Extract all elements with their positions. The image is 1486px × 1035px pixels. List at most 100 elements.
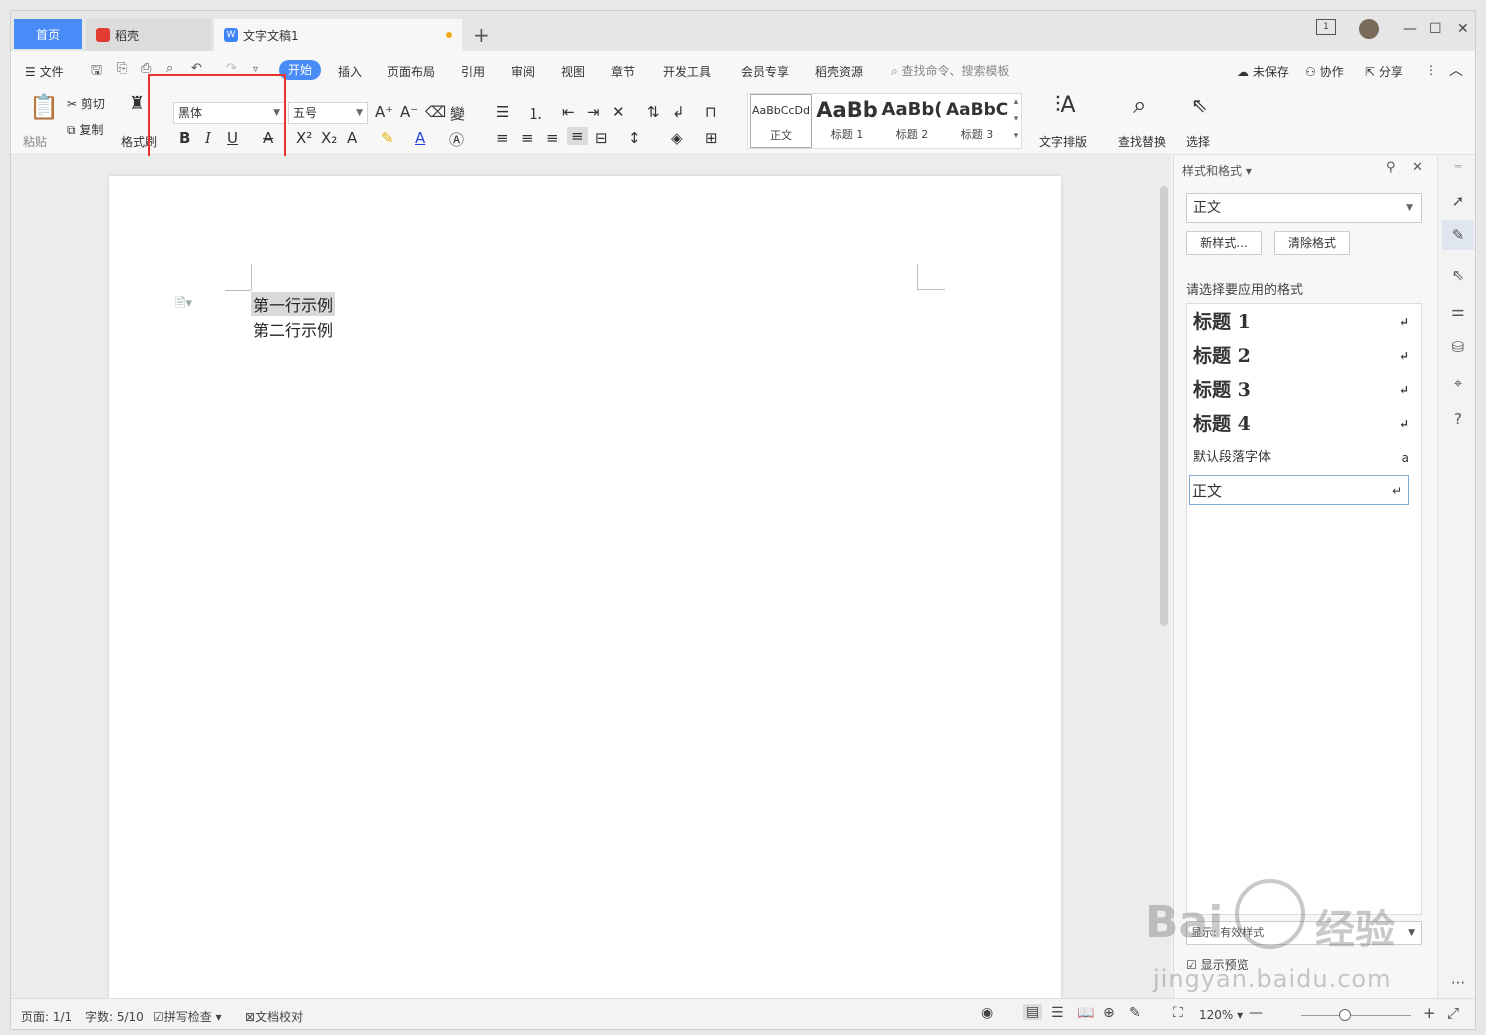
show-marks-icon[interactable]: ↲ (672, 103, 685, 121)
numbering-icon[interactable]: ⒈ (528, 103, 543, 124)
tab-daoke[interactable]: 稻壳 (86, 19, 211, 51)
zoom-slider-handle[interactable] (1339, 1009, 1351, 1021)
style-heading-2[interactable]: AaBb( 标题 2 (881, 94, 943, 148)
avatar[interactable] (1359, 19, 1379, 39)
new-tab-button[interactable]: + (473, 23, 490, 47)
current-style-select[interactable]: 正文 ▼ (1186, 193, 1422, 223)
paste-icon[interactable]: 📋 (29, 93, 59, 121)
tab-member[interactable]: 会员专享 (741, 63, 789, 80)
grow-font-icon[interactable]: A⁺ (375, 103, 393, 121)
clear-format-icon[interactable]: ⌫ (425, 103, 446, 121)
tab-references[interactable]: 引用 (461, 63, 485, 80)
tab-document[interactable]: W 文字文稿1 (214, 19, 462, 51)
page-view-icon[interactable]: ▤ (1023, 1004, 1043, 1020)
reading-view-icon[interactable]: 📖 (1077, 1005, 1094, 1021)
select-pointer-icon[interactable]: ⇖ (1449, 266, 1467, 284)
font-color-icon[interactable]: A (415, 129, 425, 147)
text-layout-button[interactable]: 文字排版 (1039, 133, 1087, 150)
tab-home[interactable]: 首页 (14, 19, 82, 49)
styles-panel-title[interactable]: 样式和格式 ▾ (1182, 162, 1252, 179)
style-heading-3[interactable]: AaBbC 标题 3 (946, 94, 1008, 148)
shading-icon[interactable]: ◈ (671, 129, 683, 147)
align-center-icon[interactable]: ≡ (521, 129, 534, 147)
chinese-layout-icon[interactable]: ✕ (612, 103, 625, 121)
tab-developer[interactable]: 开发工具 (663, 63, 711, 80)
sort-icon[interactable]: ⇅ (647, 103, 660, 121)
eye-protection-icon[interactable]: ◉ (981, 1005, 993, 1021)
more-icon[interactable]: ⋮ (1425, 63, 1437, 77)
maximize-icon[interactable]: ☐ (1429, 21, 1442, 37)
phonetic-icon[interactable]: 變 (450, 103, 465, 124)
increase-indent-icon[interactable]: ⇥ (587, 103, 600, 121)
paragraph-handle-icon[interactable]: 🗎▾ (175, 294, 192, 316)
zoom-out-icon[interactable]: — (1249, 1005, 1263, 1021)
document-line-1[interactable]: 第一行示例 (251, 292, 336, 316)
zoom-slider[interactable] (1301, 1015, 1411, 1016)
superscript-icon[interactable]: X² (296, 129, 312, 147)
highlight-icon[interactable]: ✎ (381, 129, 394, 147)
fit-page-icon[interactable]: ⛶ (1173, 1005, 1183, 1021)
select-button[interactable]: 选择 (1186, 133, 1210, 150)
justify-icon[interactable]: ≡ (567, 127, 588, 145)
backup-icon[interactable]: ⛁ (1449, 338, 1467, 356)
text-layout-icon[interactable]: ⫶A (1055, 93, 1076, 118)
outline-view-icon[interactable]: ☰ (1051, 1005, 1064, 1021)
font-size-select[interactable]: 五号 ▼ (288, 102, 368, 124)
tab-page-layout[interactable]: 页面布局 (387, 63, 435, 80)
align-left-icon[interactable]: ≡ (496, 129, 509, 147)
write-mode-icon[interactable]: ✎ (1129, 1005, 1141, 1021)
share-button[interactable]: ⇱ 分享 (1365, 63, 1403, 80)
style-list-normal[interactable]: 正文 ↵ (1189, 475, 1409, 505)
command-search[interactable]: ⌕ 查找命令、搜索模板 (891, 62, 1010, 79)
shrink-font-icon[interactable]: A⁻ (400, 103, 418, 121)
word-count[interactable]: 字数: 5/10 (85, 1008, 144, 1025)
location-icon[interactable]: ⌖ (1449, 374, 1467, 392)
scrollbar-thumb[interactable] (1160, 186, 1168, 626)
properties-icon[interactable]: ⚌ (1449, 302, 1467, 320)
text-effect-icon[interactable]: A (347, 129, 357, 147)
tab-view[interactable]: 视图 (561, 63, 585, 80)
subscript-icon[interactable]: X₂ (321, 129, 337, 147)
page-indicator[interactable]: 页面: 1/1 (21, 1008, 72, 1025)
vertical-scrollbar[interactable] (1157, 156, 1171, 998)
find-replace-icon[interactable]: ⌕ (1133, 91, 1146, 119)
style-list-heading-2[interactable]: 标题 2 ↵ (1193, 341, 1415, 371)
tab-review[interactable]: 审阅 (511, 63, 535, 80)
copy-button[interactable]: ⧉ 复制 (67, 121, 103, 138)
document-line-2[interactable]: 第二行示例 (253, 317, 333, 341)
collab-button[interactable]: ⚇ 协作 (1305, 63, 1344, 80)
document-page[interactable]: 🗎▾ 第一行示例 第二行示例 (109, 176, 1061, 1006)
char-border-icon[interactable]: Ⓐ (449, 129, 464, 150)
save-icon[interactable]: 🖫 (91, 61, 102, 83)
distribute-icon[interactable]: ⊟ (595, 129, 608, 147)
clear-format-button[interactable]: 清除格式 (1274, 231, 1350, 255)
minimize-icon[interactable]: — (1403, 21, 1417, 37)
find-replace-button[interactable]: 查找替换 (1118, 133, 1166, 150)
rocket-icon[interactable]: ➚ (1449, 192, 1467, 210)
tab-stops-icon[interactable]: ⊓ (705, 103, 717, 121)
file-menu[interactable]: ☰ 文件 (25, 63, 64, 80)
tab-chapter[interactable]: 章节 (611, 63, 635, 80)
style-list-heading-3[interactable]: 标题 3 ↵ (1193, 375, 1415, 405)
window-count-icon[interactable]: 1 (1316, 19, 1336, 35)
format-painter-icon[interactable]: ♜ (129, 93, 145, 114)
tab-daoke-resources[interactable]: 稻壳资源 (815, 63, 863, 80)
gallery-scroll[interactable]: ▴ ▾ ▾ (1010, 94, 1022, 148)
spell-check-button[interactable]: ☑拼写检查 ▾ (153, 1008, 222, 1025)
zoom-level[interactable]: 120% ▾ (1199, 1008, 1243, 1022)
bullets-icon[interactable]: ☰ (496, 103, 509, 121)
web-view-icon[interactable]: ⊕ (1103, 1005, 1115, 1021)
help-icon[interactable]: ? (1449, 410, 1467, 428)
pin-icon[interactable]: ⚲ (1386, 160, 1396, 175)
unsaved-button[interactable]: ☁ 未保存 (1237, 63, 1289, 80)
zoom-in-icon[interactable]: + (1423, 1004, 1436, 1022)
style-heading-1[interactable]: AaBb 标题 1 (816, 94, 878, 148)
tab-insert[interactable]: 插入 (338, 63, 362, 80)
style-list-heading-1[interactable]: 标题 1 ↵ (1193, 307, 1415, 337)
line-spacing-icon[interactable]: ↕ (628, 129, 641, 147)
fullscreen-icon[interactable]: ⤢ (1447, 1004, 1459, 1022)
borders-icon[interactable]: ⊞ (705, 129, 718, 147)
paste-button[interactable]: 粘贴 (23, 133, 47, 150)
style-pen-icon[interactable]: ✎ (1442, 220, 1474, 250)
cut-button[interactable]: ✂ 剪切 (67, 95, 105, 112)
